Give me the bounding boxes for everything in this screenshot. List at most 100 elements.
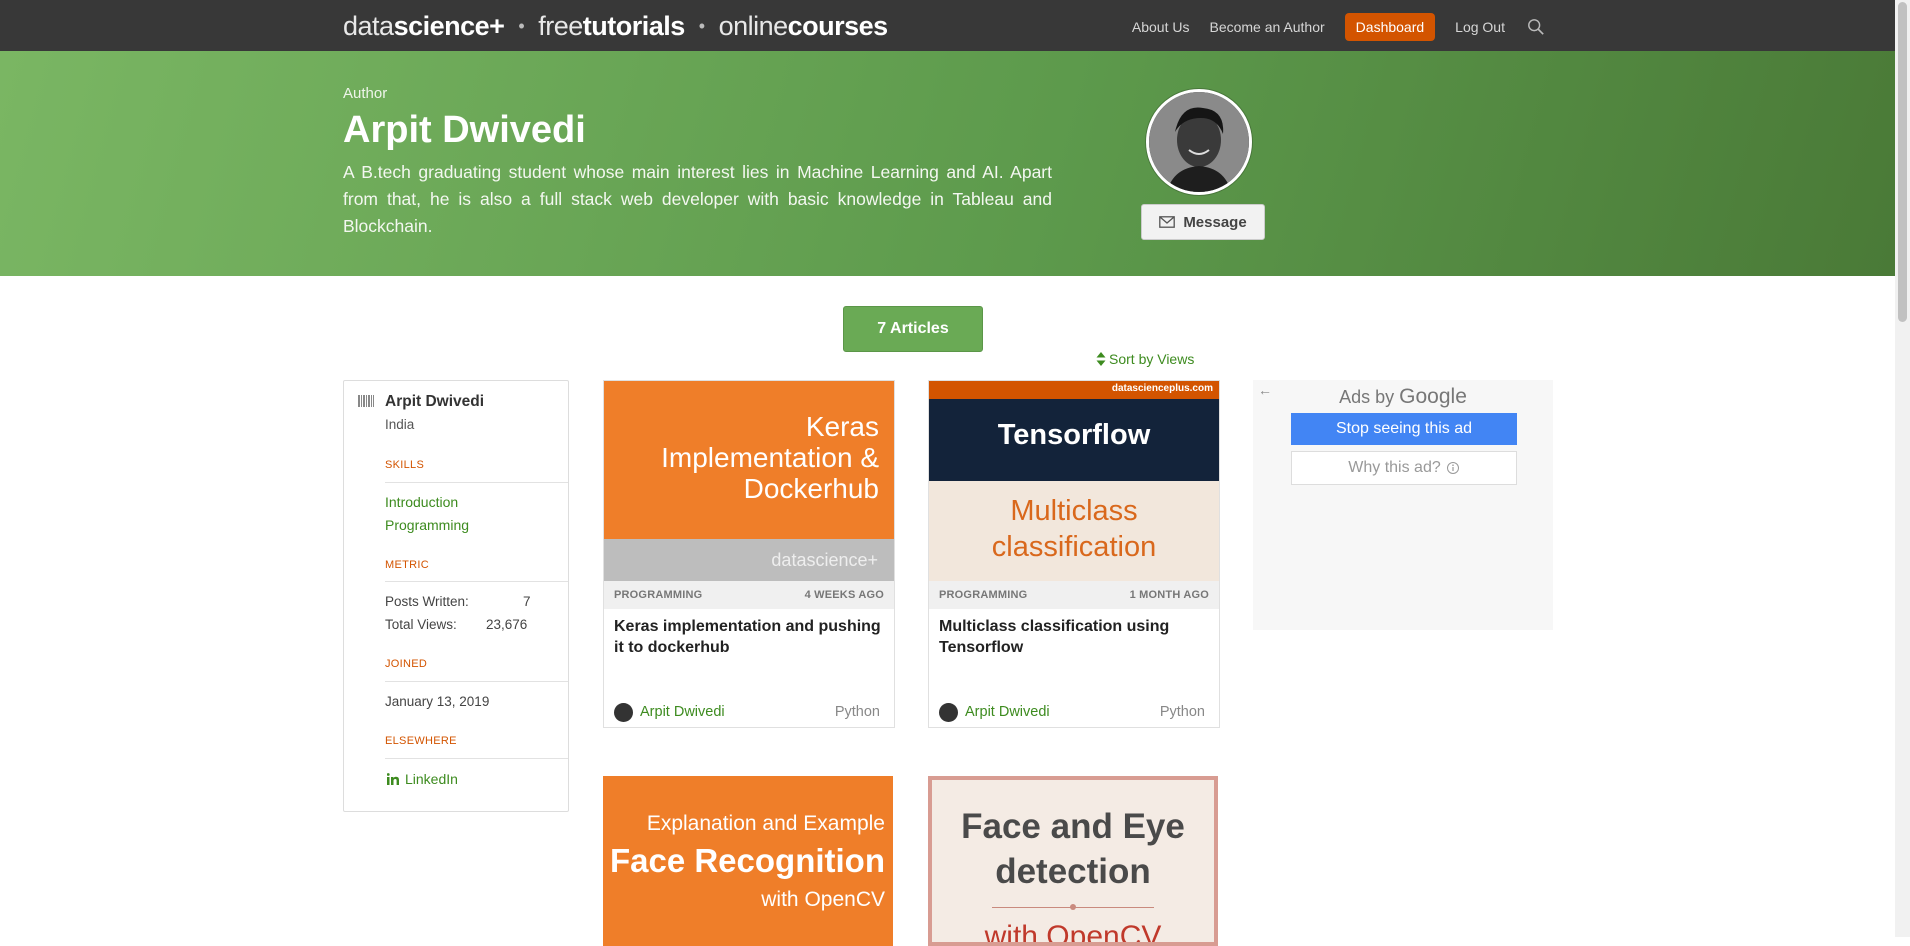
article-banner[interactable]: Keras Implementation & Dockerhub datasci…: [604, 381, 894, 581]
logout-link[interactable]: Log Out: [1455, 19, 1505, 35]
elsewhere-heading: ELSEWHERE: [385, 735, 457, 747]
article-banner[interactable]: datascienceplus.com Tensorflow Multiclas…: [929, 381, 1219, 581]
article-author-name: Arpit Dwivedi: [640, 704, 725, 720]
total-views-value: 23,676: [486, 617, 528, 632]
article-category[interactable]: PROGRAMMING: [614, 589, 702, 601]
author-avatar-small: [614, 702, 633, 722]
logo-part2-thin: free: [538, 10, 583, 41]
article-tag[interactable]: Python: [835, 704, 880, 720]
total-views-label: Total Views:: [385, 617, 457, 632]
nav-about-us[interactable]: About Us: [1132, 19, 1190, 35]
skill-introduction[interactable]: Introduction: [385, 494, 458, 510]
article-author[interactable]: Arpit Dwivedi: [939, 702, 1050, 722]
article-card[interactable]: Explanation and Example Face Recognition…: [603, 776, 893, 946]
avatar-photo-icon: [1149, 92, 1249, 192]
posts-written-value: 7: [523, 594, 531, 609]
message-button[interactable]: Message: [1141, 204, 1265, 240]
article-card[interactable]: Face and Eye detection with OpenCV: [928, 776, 1218, 946]
metric-heading: METRIC: [385, 559, 429, 571]
article-banner[interactable]: Explanation and Example Face Recognition…: [603, 776, 893, 946]
banner-line: Keras: [805, 411, 879, 442]
article-category[interactable]: PROGRAMMING: [939, 589, 1027, 601]
why-this-ad-button[interactable]: Why this ad?: [1291, 451, 1517, 485]
article-footer: Arpit Dwivedi Python: [604, 697, 894, 727]
dashboard-button[interactable]: Dashboard: [1344, 13, 1436, 41]
joined-date: January 13, 2019: [385, 694, 490, 709]
why-this-ad-label: Why this ad?: [1348, 459, 1441, 476]
logo-part3-bold: courses: [787, 10, 889, 41]
banner-line: Dockerhub: [743, 473, 879, 504]
linkedin-icon: [387, 773, 399, 785]
logo-separator: •: [698, 15, 705, 36]
banner-line: with OpenCV: [984, 920, 1162, 946]
hero-kicker: Author: [343, 85, 388, 102]
nav-links: About Us Become an Author Dashboard Log …: [1112, 13, 1545, 41]
articles-count-button[interactable]: 7 Articles: [843, 306, 983, 352]
message-label: Message: [1183, 213, 1247, 231]
nav-become-author[interactable]: Become an Author: [1209, 19, 1324, 35]
google-label: Google: [1399, 385, 1467, 408]
author-avatar-small: [939, 702, 958, 722]
profile-card: Arpit Dwivedi India SKILLS Introduction …: [343, 380, 569, 812]
joined-heading: JOINED: [385, 658, 428, 670]
page-scrollbar[interactable]: [1895, 0, 1910, 937]
banner-line: Multiclass: [1010, 495, 1138, 527]
article-author[interactable]: Arpit Dwivedi: [614, 702, 725, 722]
banner-line: Explanation and Example: [646, 812, 885, 835]
banner-line: Implementation &: [661, 442, 879, 473]
sort-by-views[interactable]: Sort by Views: [1096, 351, 1194, 367]
linkedin-link[interactable]: LinkedIn: [387, 771, 458, 787]
profile-country: India: [385, 417, 415, 432]
article-banner[interactable]: Face and Eye detection with OpenCV: [928, 776, 1218, 946]
banner-line: Face Recognition: [609, 842, 885, 879]
banner-brand: datascienceplus.com: [1111, 383, 1213, 394]
article-card[interactable]: Keras Implementation & Dockerhub datasci…: [603, 380, 895, 728]
divider: [385, 482, 568, 483]
sort-label: Sort by Views: [1109, 351, 1195, 367]
logo-part2-bold: tutorials: [582, 10, 686, 41]
divider: [385, 758, 568, 759]
banner-line: detection: [995, 852, 1151, 891]
logo-part3-thin: online: [718, 10, 789, 41]
banner-line: with OpenCV: [761, 888, 885, 911]
search-icon[interactable]: [1527, 18, 1545, 36]
banner-line: Tensorflow: [997, 419, 1151, 451]
envelope-icon: [1159, 216, 1176, 228]
article-tag[interactable]: Python: [1160, 704, 1205, 720]
article-card[interactable]: datascienceplus.com Tensorflow Multiclas…: [928, 380, 1220, 728]
skills-heading: SKILLS: [385, 459, 425, 471]
article-meta: PROGRAMMING 1 MONTH AGO: [929, 581, 1219, 609]
author-name-heading: Arpit Dwivedi: [343, 109, 586, 151]
article-age: 4 WEEKS AGO: [804, 589, 884, 601]
info-icon: [1446, 462, 1459, 474]
banner-line: Face and Eye: [961, 807, 1185, 846]
author-avatar: [1146, 89, 1252, 195]
id-card-icon: [358, 395, 374, 407]
author-hero: Author Arpit Dwivedi A B.tech graduating…: [0, 51, 1895, 276]
author-bio: A B.tech graduating student whose main i…: [343, 162, 1052, 236]
article-title[interactable]: Multiclass classification using Tensorfl…: [929, 609, 1219, 697]
linkedin-label: LinkedIn: [405, 771, 458, 787]
banner-brand: datascience+: [771, 550, 878, 570]
divider: [385, 581, 568, 582]
ads-by-label: Ads by: [1339, 387, 1395, 407]
logo-part1-thin: data: [343, 10, 394, 41]
posts-written-label: Posts Written:: [385, 594, 469, 609]
article-age: 1 MONTH AGO: [1129, 589, 1209, 601]
article-author-name: Arpit Dwivedi: [965, 704, 1050, 720]
logo-part1-bold: science+: [393, 10, 505, 41]
site-logo[interactable]: data science+ • free tutorials • online cou…: [343, 10, 888, 42]
sort-icon: [1096, 352, 1106, 366]
divider: [385, 681, 568, 682]
ads-by-google: Ads by Google: [1253, 385, 1553, 409]
banner-line: classification: [991, 531, 1157, 563]
article-footer: Arpit Dwivedi Python: [929, 697, 1219, 727]
top-navbar: data science+ • free tutorials • online cou…: [0, 0, 1895, 51]
stop-seeing-ad-button[interactable]: Stop seeing this ad: [1291, 413, 1517, 445]
article-title[interactable]: Keras implementation and pushing it to d…: [604, 609, 894, 697]
scrollbar-thumb[interactable]: [1898, 2, 1907, 322]
skill-programming[interactable]: Programming: [385, 517, 469, 533]
google-ad: ← Ads by Google Stop seeing this ad Why …: [1253, 380, 1553, 630]
logo-separator: •: [518, 15, 525, 36]
article-meta: PROGRAMMING 4 WEEKS AGO: [604, 581, 894, 609]
